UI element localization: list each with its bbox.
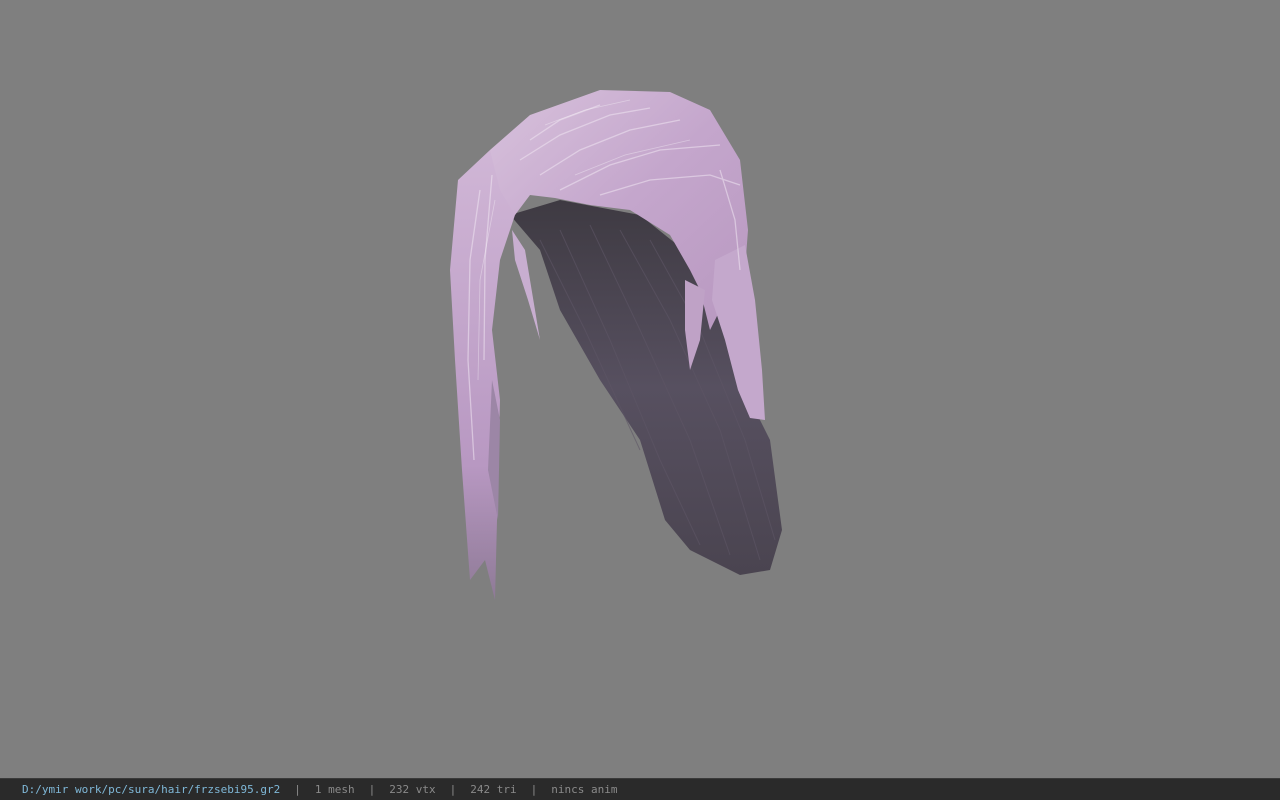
vertex-count: 232 vtx [389, 783, 436, 796]
separator: | [530, 783, 538, 796]
triangle-count: 242 tri [470, 783, 517, 796]
status-bar: D:/ymir work/pc/sura/hair/frzsebi95.gr2 |… [0, 778, 1280, 800]
separator: | [449, 783, 457, 796]
anim-status: nincs anim [551, 783, 618, 796]
3d-viewport[interactable] [0, 0, 1280, 778]
file-path: D:/ymir work/pc/sura/hair/frzsebi95.gr2 [22, 783, 281, 796]
hair-mesh-icon [450, 90, 782, 600]
separator: | [294, 783, 301, 796]
separator: | [368, 783, 376, 796]
mesh-count: 1 mesh [314, 783, 355, 796]
